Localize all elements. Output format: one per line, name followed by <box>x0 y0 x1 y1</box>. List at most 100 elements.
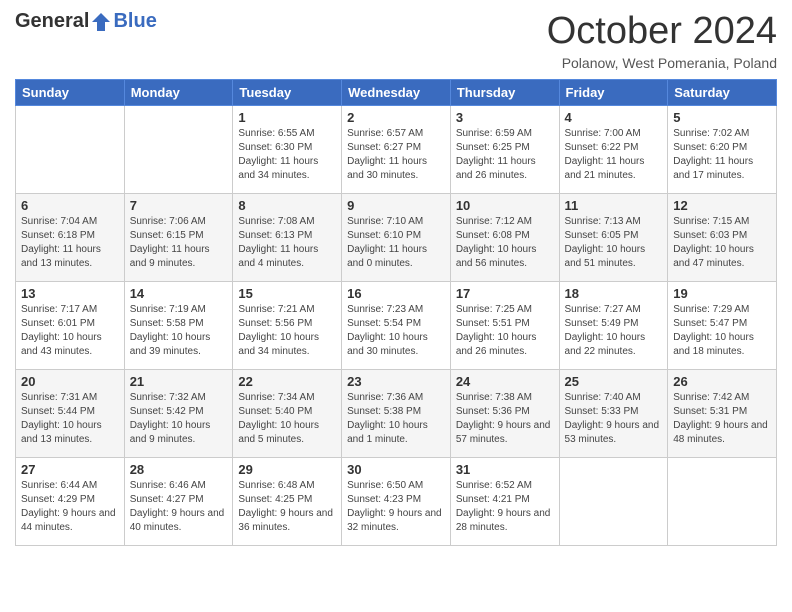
day-info: Sunrise: 6:55 AM Sunset: 6:30 PM Dayligh… <box>238 127 336 183</box>
day-info: Sunrise: 7:32 AM Sunset: 5:42 PM Dayligh… <box>130 391 228 447</box>
day-number: 19 <box>673 286 771 301</box>
day-number: 1 <box>238 110 336 125</box>
day-info: Sunrise: 6:44 AM Sunset: 4:29 PM Dayligh… <box>21 479 119 535</box>
day-info: Sunrise: 7:00 AM Sunset: 6:22 PM Dayligh… <box>565 127 663 183</box>
calendar-day-cell: 19Sunrise: 7:29 AM Sunset: 5:47 PM Dayli… <box>668 282 777 370</box>
day-info: Sunrise: 7:10 AM Sunset: 6:10 PM Dayligh… <box>347 215 445 271</box>
day-number: 12 <box>673 198 771 213</box>
day-of-week-header: Saturday <box>668 80 777 106</box>
calendar-day-cell: 27 Sunrise: 6:44 AM Sunset: 4:29 PM Dayli… <box>16 458 125 546</box>
day-of-week-header: Monday <box>124 80 233 106</box>
day-info: Sunrise: 7:13 AM Sunset: 6:05 PM Dayligh… <box>565 215 663 271</box>
day-info: Sunrise: 7:15 AM Sunset: 6:03 PM Dayligh… <box>673 215 771 271</box>
day-info: Sunrise: 7:40 AM Sunset: 5:33 PM Dayligh… <box>565 391 663 447</box>
calendar-day-cell: 6 Sunrise: 7:04 AM Sunset: 6:18 PM Daylig… <box>16 194 125 282</box>
day-number: 25 <box>565 374 663 389</box>
day-info: Sunrise: 6:52 AM Sunset: 4:21 PM Dayligh… <box>456 479 554 535</box>
day-info: Sunrise: 7:34 AM Sunset: 5:40 PM Dayligh… <box>238 391 336 447</box>
location: Polanow, West Pomerania, Poland <box>547 55 777 71</box>
day-number: 30 <box>347 462 445 477</box>
day-number: 4 <box>565 110 663 125</box>
calendar-day-cell: 31 Sunrise: 6:52 AM Sunset: 4:21 PM Dayli… <box>450 458 559 546</box>
calendar-day-cell: 12 Sunrise: 7:15 AM Sunset: 6:03 PM Dayli… <box>668 194 777 282</box>
day-number: 31 <box>456 462 554 477</box>
calendar-day-cell: 16Sunrise: 7:23 AM Sunset: 5:54 PM Dayli… <box>342 282 451 370</box>
day-info: Sunrise: 7:19 AM Sunset: 5:58 PM Dayligh… <box>130 303 228 359</box>
day-info: Sunrise: 6:46 AM Sunset: 4:27 PM Dayligh… <box>130 479 228 535</box>
calendar-day-cell: 25 Sunrise: 7:40 AM Sunset: 5:33 PM Dayli… <box>559 370 668 458</box>
calendar-week-row: 13Sunrise: 7:17 AM Sunset: 6:01 PM Dayli… <box>16 282 777 370</box>
day-number: 21 <box>130 374 228 389</box>
calendar-day-cell: 8Sunrise: 7:08 AM Sunset: 6:13 PM Daylig… <box>233 194 342 282</box>
day-info: Sunrise: 7:36 AM Sunset: 5:38 PM Dayligh… <box>347 391 445 447</box>
day-number: 3 <box>456 110 554 125</box>
day-info: Sunrise: 7:04 AM Sunset: 6:18 PM Dayligh… <box>21 215 119 271</box>
calendar-empty-cell <box>16 106 125 194</box>
calendar-day-cell: 5Sunrise: 7:02 AM Sunset: 6:20 PM Daylig… <box>668 106 777 194</box>
day-number: 22 <box>238 374 336 389</box>
logo-text: General Blue <box>15 10 157 33</box>
calendar-day-cell: 23 Sunrise: 7:36 AM Sunset: 5:38 PM Dayli… <box>342 370 451 458</box>
calendar-day-cell: 7 Sunrise: 7:06 AM Sunset: 6:15 PM Daylig… <box>124 194 233 282</box>
day-number: 29 <box>238 462 336 477</box>
calendar-empty-cell <box>124 106 233 194</box>
day-info: Sunrise: 7:02 AM Sunset: 6:20 PM Dayligh… <box>673 127 771 183</box>
day-info: Sunrise: 7:25 AM Sunset: 5:51 PM Dayligh… <box>456 303 554 359</box>
day-number: 9 <box>347 198 445 213</box>
day-of-week-header: Tuesday <box>233 80 342 106</box>
calendar-day-cell: 26 Sunrise: 7:42 AM Sunset: 5:31 PM Dayli… <box>668 370 777 458</box>
calendar-day-cell: 22 Sunrise: 7:34 AM Sunset: 5:40 PM Dayli… <box>233 370 342 458</box>
calendar-day-cell: 13Sunrise: 7:17 AM Sunset: 6:01 PM Dayli… <box>16 282 125 370</box>
calendar-week-row: 27 Sunrise: 6:44 AM Sunset: 4:29 PM Dayli… <box>16 458 777 546</box>
calendar-day-cell: 21 Sunrise: 7:32 AM Sunset: 5:42 PM Dayli… <box>124 370 233 458</box>
day-number: 7 <box>130 198 228 213</box>
day-info: Sunrise: 7:38 AM Sunset: 5:36 PM Dayligh… <box>456 391 554 447</box>
day-number: 23 <box>347 374 445 389</box>
day-of-week-header: Wednesday <box>342 80 451 106</box>
day-number: 6 <box>21 198 119 213</box>
logo-icon <box>90 11 112 33</box>
month-title: October 2024 <box>547 10 777 53</box>
day-info: Sunrise: 7:06 AM Sunset: 6:15 PM Dayligh… <box>130 215 228 271</box>
day-number: 28 <box>130 462 228 477</box>
calendar-day-cell: 28 Sunrise: 6:46 AM Sunset: 4:27 PM Dayli… <box>124 458 233 546</box>
day-number: 26 <box>673 374 771 389</box>
day-info: Sunrise: 7:08 AM Sunset: 6:13 PM Dayligh… <box>238 215 336 271</box>
day-of-week-header: Sunday <box>16 80 125 106</box>
calendar-day-cell: 14 Sunrise: 7:19 AM Sunset: 5:58 PM Dayli… <box>124 282 233 370</box>
calendar-week-row: 6 Sunrise: 7:04 AM Sunset: 6:18 PM Daylig… <box>16 194 777 282</box>
calendar-day-cell: 11Sunrise: 7:13 AM Sunset: 6:05 PM Dayli… <box>559 194 668 282</box>
day-number: 18 <box>565 286 663 301</box>
day-number: 14 <box>130 286 228 301</box>
day-number: 24 <box>456 374 554 389</box>
calendar-empty-cell <box>668 458 777 546</box>
calendar-day-cell: 30Sunrise: 6:50 AM Sunset: 4:23 PM Dayli… <box>342 458 451 546</box>
logo: General Blue <box>15 10 157 33</box>
calendar-day-cell: 2Sunrise: 6:57 AM Sunset: 6:27 PM Daylig… <box>342 106 451 194</box>
calendar-day-cell: 9 Sunrise: 7:10 AM Sunset: 6:10 PM Daylig… <box>342 194 451 282</box>
calendar-week-row: 20 Sunrise: 7:31 AM Sunset: 5:44 PM Dayli… <box>16 370 777 458</box>
calendar-week-row: 1 Sunrise: 6:55 AM Sunset: 6:30 PM Daylig… <box>16 106 777 194</box>
day-of-week-header: Friday <box>559 80 668 106</box>
day-number: 27 <box>21 462 119 477</box>
day-info: Sunrise: 7:21 AM Sunset: 5:56 PM Dayligh… <box>238 303 336 359</box>
calendar-day-cell: 18Sunrise: 7:27 AM Sunset: 5:49 PM Dayli… <box>559 282 668 370</box>
calendar-day-cell: 20 Sunrise: 7:31 AM Sunset: 5:44 PM Dayli… <box>16 370 125 458</box>
calendar-day-cell: 10Sunrise: 7:12 AM Sunset: 6:08 PM Dayli… <box>450 194 559 282</box>
day-info: Sunrise: 6:59 AM Sunset: 6:25 PM Dayligh… <box>456 127 554 183</box>
day-number: 16 <box>347 286 445 301</box>
day-info: Sunrise: 7:31 AM Sunset: 5:44 PM Dayligh… <box>21 391 119 447</box>
day-info: Sunrise: 7:12 AM Sunset: 6:08 PM Dayligh… <box>456 215 554 271</box>
day-number: 20 <box>21 374 119 389</box>
logo-blue: Blue <box>113 10 156 33</box>
header: General Blue October 2024 Polanow, West … <box>15 10 777 71</box>
calendar-day-cell: 17Sunrise: 7:25 AM Sunset: 5:51 PM Dayli… <box>450 282 559 370</box>
calendar-day-cell: 15Sunrise: 7:21 AM Sunset: 5:56 PM Dayli… <box>233 282 342 370</box>
calendar-day-cell: 24 Sunrise: 7:38 AM Sunset: 5:36 PM Dayli… <box>450 370 559 458</box>
main-container: General Blue October 2024 Polanow, West … <box>0 0 792 556</box>
day-of-week-header: Thursday <box>450 80 559 106</box>
calendar-day-cell: 4 Sunrise: 7:00 AM Sunset: 6:22 PM Daylig… <box>559 106 668 194</box>
day-info: Sunrise: 6:48 AM Sunset: 4:25 PM Dayligh… <box>238 479 336 535</box>
logo-general: General <box>15 10 89 33</box>
day-info: Sunrise: 7:42 AM Sunset: 5:31 PM Dayligh… <box>673 391 771 447</box>
